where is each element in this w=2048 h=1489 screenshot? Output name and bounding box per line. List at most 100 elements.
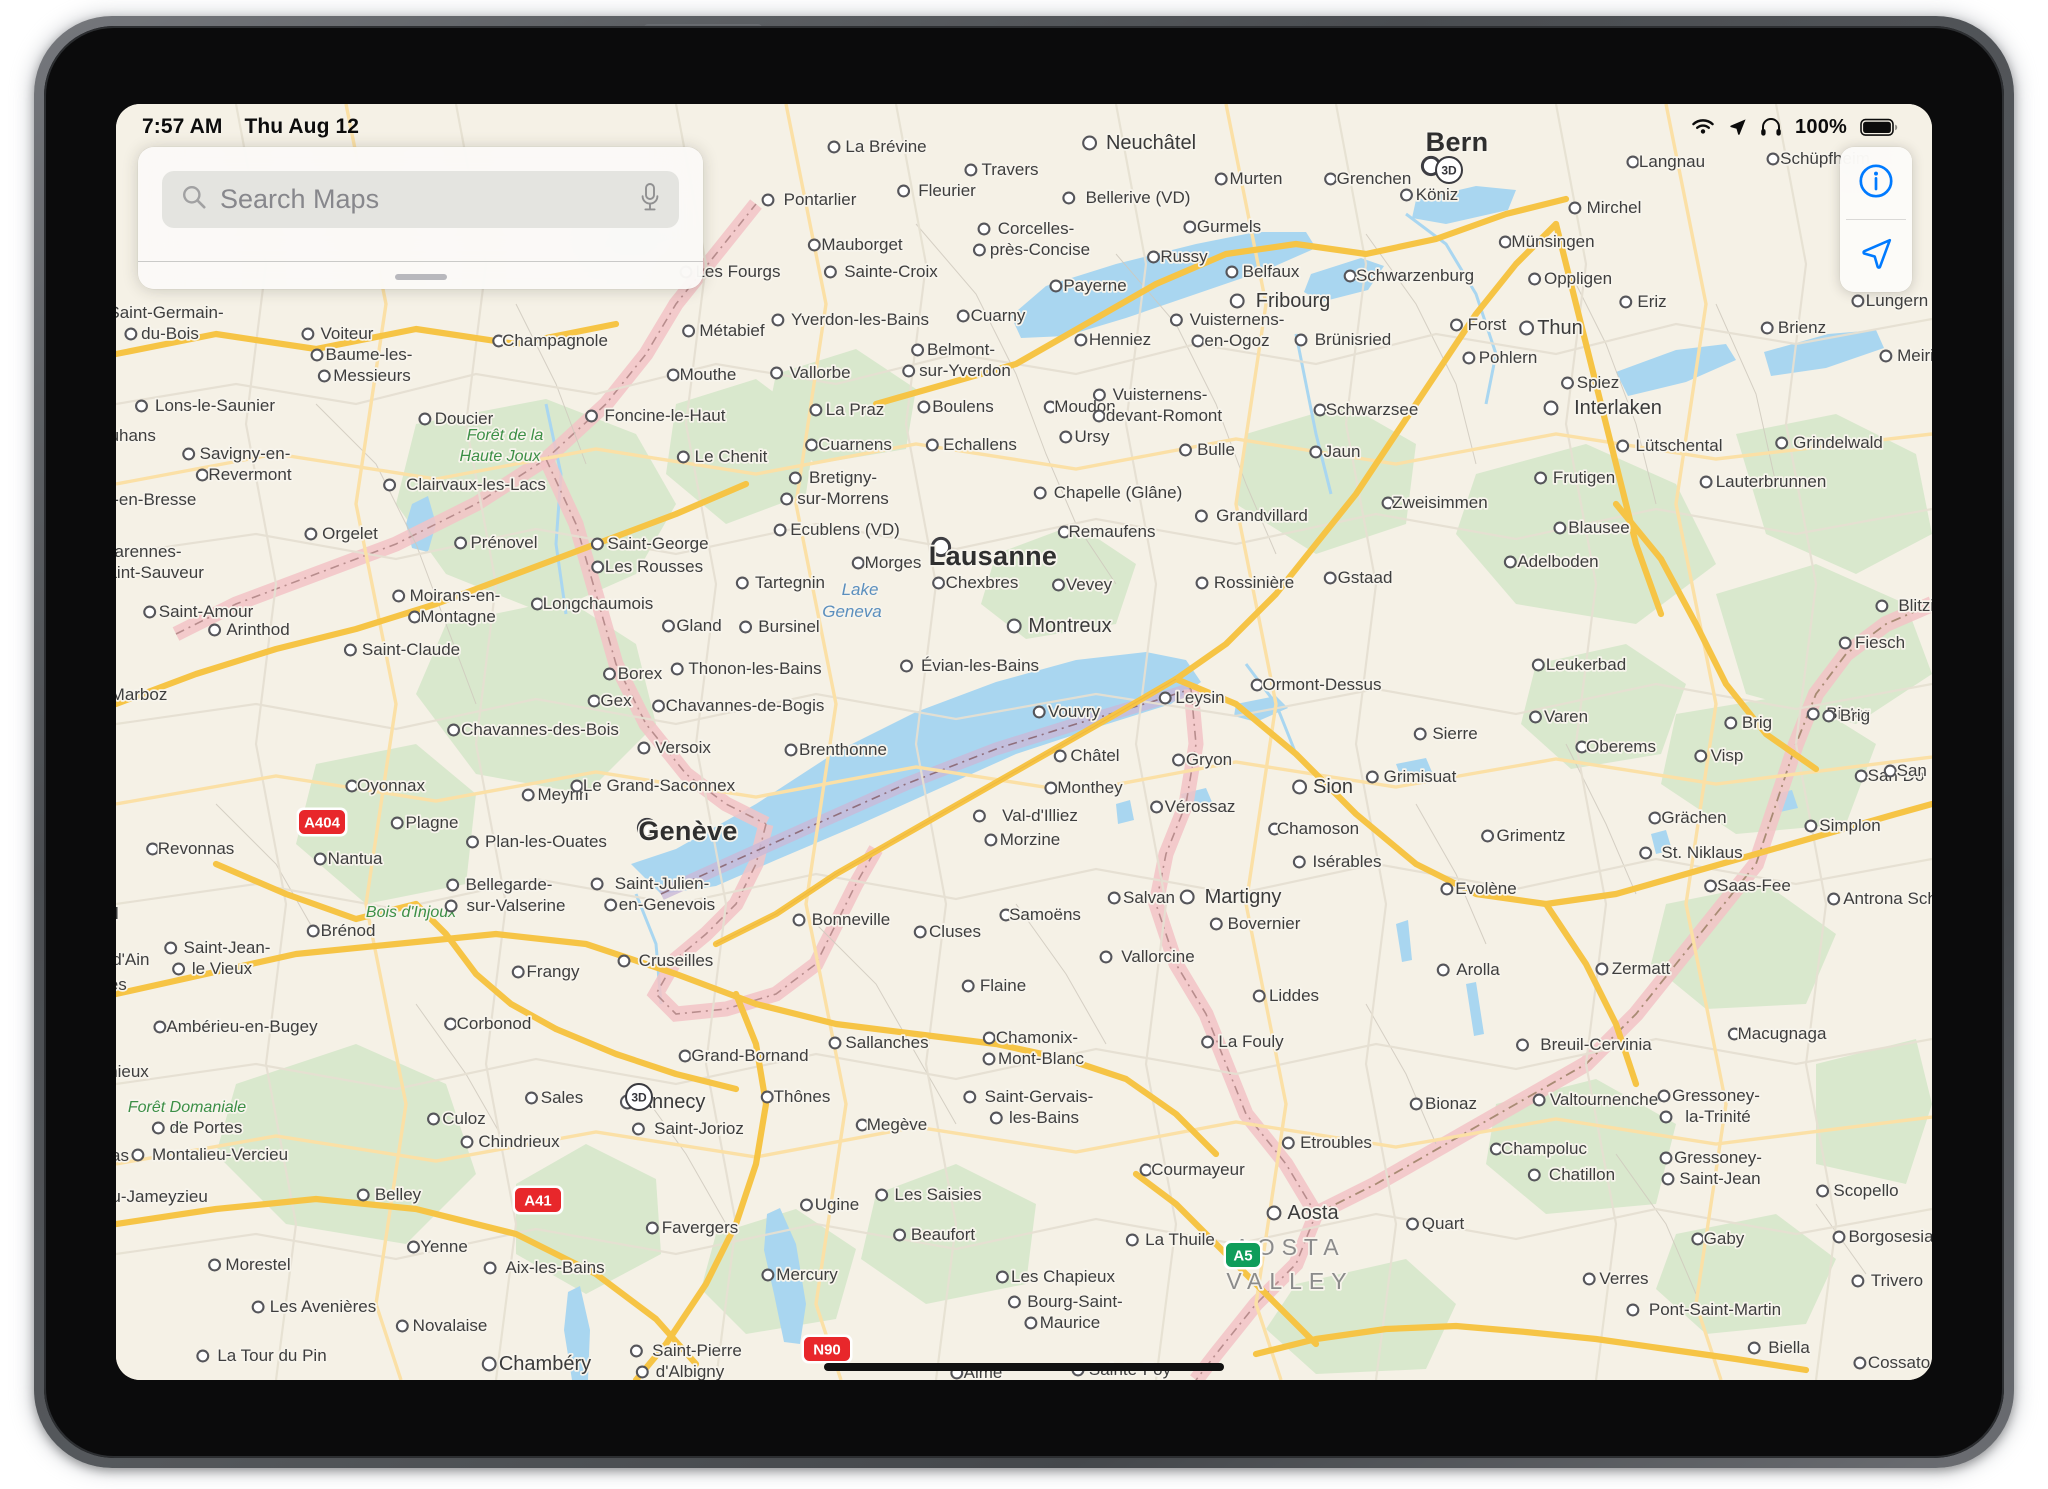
map-poi-dot[interactable] (395, 1319, 409, 1333)
map-poi-dot[interactable] (1704, 879, 1718, 893)
map-poi-dot[interactable] (1691, 1232, 1705, 1246)
map-poi-dot[interactable] (1543, 400, 1559, 416)
map-poi-dot[interactable] (1092, 409, 1106, 423)
map-poi-dot[interactable] (1183, 220, 1197, 234)
map-poi-dot[interactable] (1032, 705, 1046, 719)
map-poi-dot[interactable] (143, 605, 157, 619)
map-poi-dot[interactable] (1616, 439, 1630, 453)
map-poi-dot[interactable] (788, 471, 802, 485)
map-poi-dot[interactable] (310, 348, 324, 362)
map-poi-dot[interactable] (1659, 1151, 1673, 1165)
map-poi-dot[interactable] (676, 450, 690, 464)
map-poi-dot[interactable] (1062, 191, 1076, 205)
map-poi-dot[interactable] (591, 560, 605, 574)
map-poi-dot[interactable] (1519, 320, 1535, 336)
map-poi-dot[interactable] (196, 1349, 210, 1363)
map-poi-dot[interactable] (1838, 636, 1852, 650)
map-poi-dot[interactable] (1406, 1217, 1419, 1231)
map-poi-dot[interactable] (666, 368, 680, 382)
map-poi-dot[interactable] (1639, 846, 1653, 860)
map-poi-dot[interactable] (770, 366, 784, 380)
map-poi-dot[interactable] (771, 313, 785, 327)
map-poi-dot[interactable] (1853, 1356, 1867, 1370)
map-poi-dot[interactable] (530, 597, 544, 611)
map-poi-dot[interactable] (780, 492, 794, 506)
microphone-icon[interactable] (639, 182, 661, 217)
map-poi-dot[interactable] (961, 979, 975, 993)
map-poi-dot[interactable] (585, 409, 598, 423)
map-poi-dot[interactable] (1400, 188, 1413, 202)
info-button[interactable] (1840, 147, 1912, 219)
map-poi-dot[interactable] (828, 1036, 842, 1050)
map-poi-dot[interactable] (1099, 950, 1113, 964)
map-poi-dot[interactable] (1529, 710, 1542, 724)
map-poi-dot[interactable] (1582, 1272, 1596, 1286)
map-poi-dot[interactable] (1007, 1295, 1021, 1309)
map-poi-dot[interactable] (1294, 333, 1308, 347)
map-poi-dot[interactable] (1766, 152, 1780, 166)
map-poi-dot[interactable] (800, 1198, 813, 1212)
map-poi-dot[interactable] (932, 576, 946, 590)
map-poi-dot[interactable] (809, 403, 823, 417)
map-poi-dot[interactable] (1553, 521, 1567, 535)
map-poi-dot[interactable] (982, 1031, 996, 1045)
map-poi-dot[interactable] (1052, 578, 1065, 592)
map-poi-dot[interactable] (208, 623, 222, 637)
map-poi-dot[interactable] (1179, 443, 1192, 457)
map-poi-dot[interactable] (317, 369, 331, 383)
map-poi-dot[interactable] (525, 1091, 538, 1105)
map-poi-dot[interactable] (1044, 781, 1058, 795)
map-poi-dot[interactable] (900, 659, 913, 673)
map-poi-dot[interactable] (1252, 989, 1266, 1003)
map-poi-dot[interactable] (1440, 882, 1454, 896)
map-poi-dot[interactable] (1053, 749, 1067, 763)
map-poi-dot[interactable] (1024, 1316, 1038, 1330)
map-poi-dot[interactable] (454, 536, 468, 550)
map-poi-dot[interactable] (792, 913, 806, 927)
map-poi-dot[interactable] (761, 1268, 775, 1282)
map-poi-dot[interactable] (1313, 403, 1327, 417)
map-poi-dot[interactable] (1816, 1184, 1830, 1198)
map-poi-dot[interactable] (182, 447, 196, 461)
map-poi-dot[interactable] (670, 662, 684, 676)
map-poi-dot[interactable] (603, 667, 616, 681)
map-poi-dot[interactable] (1006, 618, 1022, 634)
map-poi-dot[interactable] (570, 779, 584, 793)
map-poi-dot[interactable] (208, 1258, 222, 1272)
map-poi-dot[interactable] (682, 324, 696, 338)
map-poi-dot[interactable] (511, 965, 525, 979)
search-input[interactable] (220, 184, 626, 215)
map-poi-dot[interactable] (982, 1052, 996, 1066)
map-poi-dot[interactable] (164, 941, 178, 955)
map-poi-dot[interactable] (590, 877, 604, 891)
map-poi-dot[interactable] (407, 1240, 420, 1254)
map-canvas[interactable]: Forêt de la Haute Joux Bois d'Injoux Forêt … (116, 104, 1932, 1380)
map-poi-dot[interactable] (875, 1188, 889, 1202)
map-poi-dot[interactable] (195, 468, 209, 482)
map-poi-dot[interactable] (1049, 279, 1063, 293)
map-poi-dot[interactable] (1760, 321, 1774, 335)
map-poi-dot[interactable] (1409, 1097, 1423, 1111)
map-poi-dot[interactable] (911, 343, 925, 357)
map-poi-dot[interactable] (466, 835, 479, 849)
map-poi-dot[interactable] (1158, 691, 1172, 705)
map-poi-dot[interactable] (590, 537, 604, 551)
map-poi-dot[interactable] (964, 163, 978, 177)
map-poi-dot[interactable] (1229, 293, 1245, 309)
map-poi-dot[interactable] (1214, 172, 1228, 186)
map-poi-dot[interactable] (805, 438, 819, 452)
map-poi-dot[interactable] (851, 556, 865, 570)
map-poi-dot[interactable] (1481, 829, 1495, 843)
map-poi-dot[interactable] (1516, 1038, 1529, 1052)
map-poi-dot[interactable] (893, 1228, 907, 1242)
map-poi-dot[interactable] (135, 399, 148, 413)
map-poi-dot[interactable] (1059, 430, 1073, 444)
map-poi-dot[interactable] (343, 643, 357, 657)
map-poi-dot[interactable] (1657, 1089, 1671, 1103)
map-poi-dot[interactable] (1561, 376, 1574, 390)
map-poi-dot[interactable] (617, 954, 631, 968)
map-poi-dot[interactable] (1595, 962, 1609, 976)
map-poi-dot[interactable] (1534, 471, 1548, 485)
map-poi-dot[interactable] (827, 140, 841, 154)
map-poi-dot[interactable] (481, 1356, 497, 1372)
